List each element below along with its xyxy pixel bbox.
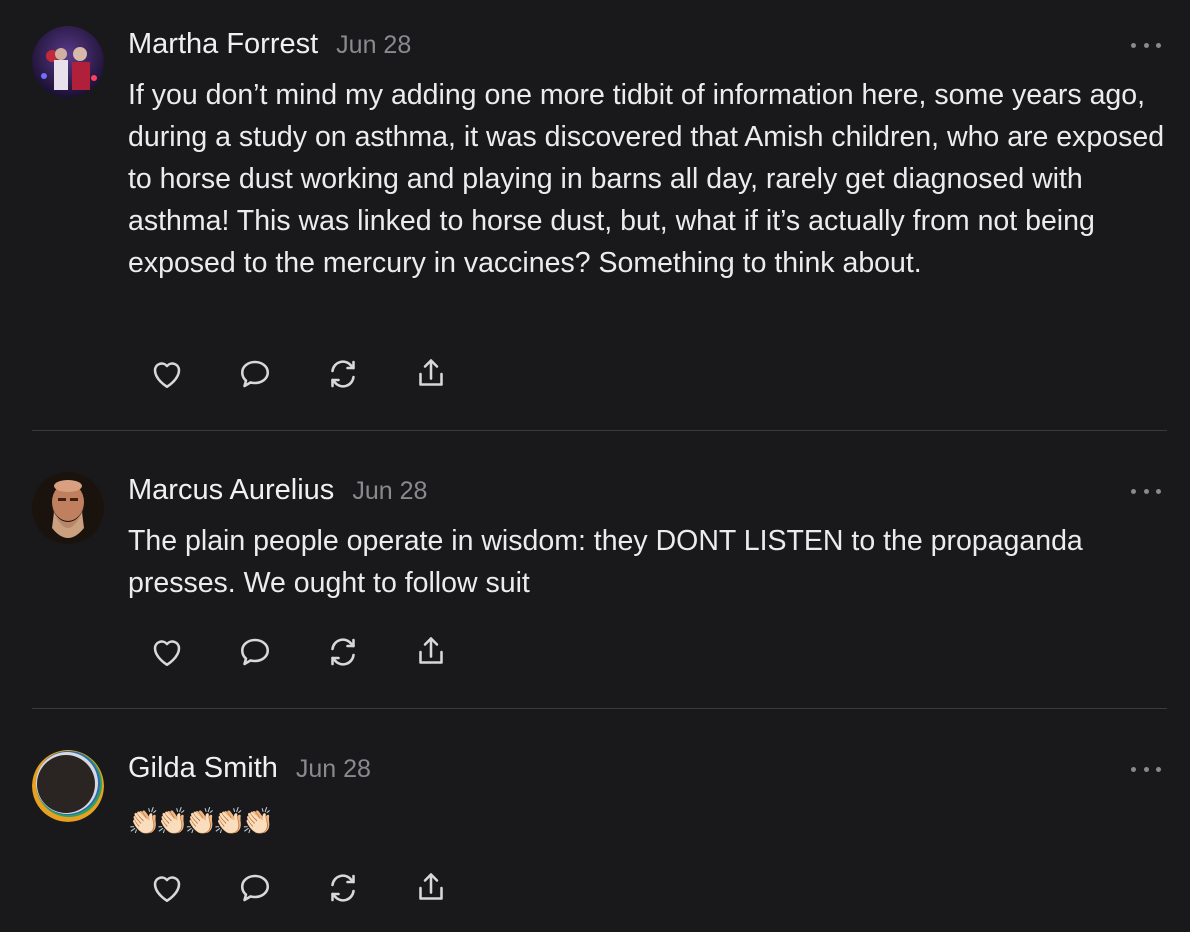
share-icon[interactable] bbox=[412, 869, 450, 907]
more-options-icon[interactable] bbox=[1131, 485, 1161, 497]
author-name[interactable]: Martha Forrest bbox=[128, 28, 318, 61]
comment-feed: Martha Forrest Jun 28 If you don’t mind … bbox=[0, 0, 1190, 932]
action-bar bbox=[148, 633, 500, 671]
comment-body: 👏🏻👏🏻👏🏻👏🏻👏🏻 bbox=[128, 806, 274, 836]
like-icon[interactable] bbox=[148, 355, 186, 393]
like-icon[interactable] bbox=[148, 869, 186, 907]
action-bar bbox=[148, 355, 500, 393]
divider bbox=[32, 708, 1167, 709]
post-date: Jun 28 bbox=[295, 755, 371, 783]
avatar[interactable] bbox=[32, 750, 104, 822]
comment-body: The plain people operate in wisdom: they… bbox=[128, 525, 1083, 599]
avatar[interactable] bbox=[32, 472, 104, 544]
more-options-icon[interactable] bbox=[1131, 763, 1161, 775]
restack-icon[interactable] bbox=[324, 633, 362, 671]
post-date: Jun 28 bbox=[336, 31, 412, 59]
reply-icon[interactable] bbox=[236, 869, 274, 907]
share-icon[interactable] bbox=[412, 355, 450, 393]
comment-body: If you don’t mind my adding one more tid… bbox=[128, 79, 1165, 279]
author-name[interactable]: Gilda Smith bbox=[128, 752, 278, 785]
avatar[interactable] bbox=[32, 26, 104, 98]
restack-icon[interactable] bbox=[324, 355, 362, 393]
post-date: Jun 28 bbox=[352, 477, 428, 505]
author-name[interactable]: Marcus Aurelius bbox=[128, 474, 334, 507]
divider bbox=[32, 430, 1167, 431]
more-options-icon[interactable] bbox=[1131, 39, 1161, 51]
reply-icon[interactable] bbox=[236, 355, 274, 393]
restack-icon[interactable] bbox=[324, 869, 362, 907]
share-icon[interactable] bbox=[412, 633, 450, 671]
like-icon[interactable] bbox=[148, 633, 186, 671]
action-bar bbox=[148, 869, 500, 907]
reply-icon[interactable] bbox=[236, 633, 274, 671]
